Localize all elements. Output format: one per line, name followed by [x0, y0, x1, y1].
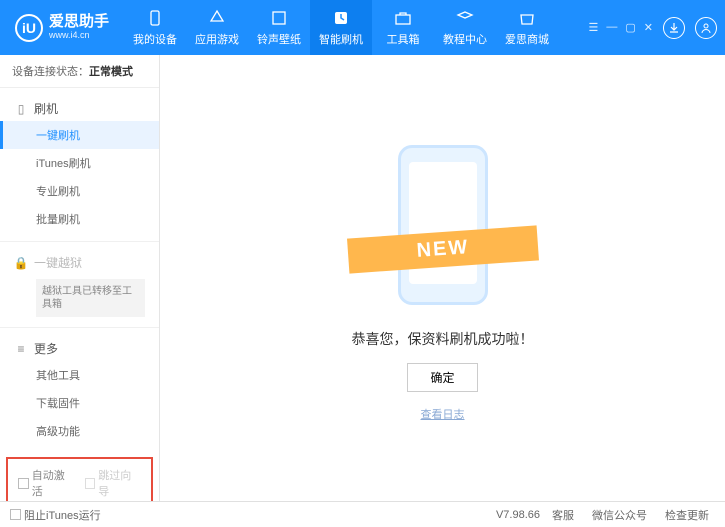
jailbreak-note: 越狱工具已转移至工具箱	[36, 279, 145, 317]
sidebar-section-more[interactable]: ≡更多	[0, 336, 159, 361]
logo-icon: iU	[15, 14, 43, 42]
flash-icon	[331, 9, 351, 27]
app-title: 爱思助手	[49, 14, 109, 31]
auto-activate-checkbox[interactable]: 自动激活	[18, 467, 75, 499]
close-icon[interactable]: ✕	[644, 21, 653, 34]
sidebar-item-itunes[interactable]: iTunes刷机	[0, 149, 159, 177]
ok-button[interactable]: 确定	[407, 363, 477, 392]
maximize-icon[interactable]: ▢	[625, 21, 635, 34]
sidebar: 设备连接状态：正常模式 ▯刷机 一键刷机 iTunes刷机 专业刷机 批量刷机 …	[0, 55, 160, 501]
header-right: ☰ — ▢ ✕	[589, 17, 725, 39]
logo: iU 爱思助手 www.i4.cn	[0, 14, 124, 42]
toolbox-icon	[393, 9, 413, 27]
footer-support[interactable]: 客服	[546, 507, 580, 523]
download-button[interactable]	[663, 17, 685, 39]
success-illustration: NEW	[368, 135, 518, 315]
mall-icon	[517, 9, 537, 27]
sidebar-item-pro[interactable]: 专业刷机	[0, 177, 159, 205]
connection-status: 设备连接状态：正常模式	[0, 55, 159, 88]
nav-flash[interactable]: 智能刷机	[310, 0, 372, 55]
more-icon: ≡	[14, 342, 28, 356]
view-log-link[interactable]: 查看日志	[421, 406, 465, 422]
sidebar-item-batch[interactable]: 批量刷机	[0, 205, 159, 233]
nav-my-device[interactable]: 我的设备	[124, 0, 186, 55]
nav-apps[interactable]: 应用游戏	[186, 0, 248, 55]
apps-icon	[207, 9, 227, 27]
options-highlight-box: 自动激活 跳过向导	[6, 457, 153, 501]
success-message: 恭喜您，保资料刷机成功啦！	[352, 329, 534, 349]
app-header: iU 爱思助手 www.i4.cn 我的设备 应用游戏 铃声壁纸 智能刷机 工具…	[0, 0, 725, 55]
sidebar-section-jailbreak: 🔒一键越狱	[0, 250, 159, 275]
nav-tutorials[interactable]: 教程中心	[434, 0, 496, 55]
phone-icon: ▯	[14, 102, 28, 116]
sidebar-item-firmware[interactable]: 下载固件	[0, 389, 159, 417]
version-label: V7.98.66	[496, 509, 540, 521]
nav-mall[interactable]: 爱思商城	[496, 0, 558, 55]
footer-wechat[interactable]: 微信公众号	[586, 507, 653, 523]
user-button[interactable]	[695, 17, 717, 39]
lock-icon: 🔒	[14, 256, 28, 270]
sidebar-item-advanced[interactable]: 高级功能	[0, 417, 159, 445]
app-url: www.i4.cn	[49, 31, 109, 41]
sidebar-item-tools[interactable]: 其他工具	[0, 361, 159, 389]
footer-update[interactable]: 检查更新	[659, 507, 715, 523]
menu-icon[interactable]: ☰	[589, 21, 599, 34]
main-panel: NEW 恭喜您，保资料刷机成功啦！ 确定 查看日志	[160, 55, 725, 501]
ringtone-icon	[269, 9, 289, 27]
minimize-icon[interactable]: —	[606, 21, 617, 34]
block-itunes-checkbox[interactable]: 阻止iTunes运行	[10, 507, 101, 523]
top-nav: 我的设备 应用游戏 铃声壁纸 智能刷机 工具箱 教程中心 爱思商城	[124, 0, 558, 55]
nav-ringtones[interactable]: 铃声壁纸	[248, 0, 310, 55]
status-bar: 阻止iTunes运行 V7.98.66 客服 微信公众号 检查更新	[0, 501, 725, 527]
tutorial-icon	[455, 9, 475, 27]
sidebar-item-oneclick[interactable]: 一键刷机	[0, 121, 159, 149]
nav-toolbox[interactable]: 工具箱	[372, 0, 434, 55]
skip-wizard-checkbox[interactable]: 跳过向导	[85, 467, 142, 499]
device-icon	[145, 9, 165, 27]
new-badge: NEW	[347, 225, 539, 273]
window-controls: ☰ — ▢ ✕	[589, 21, 654, 34]
sidebar-section-flash[interactable]: ▯刷机	[0, 96, 159, 121]
